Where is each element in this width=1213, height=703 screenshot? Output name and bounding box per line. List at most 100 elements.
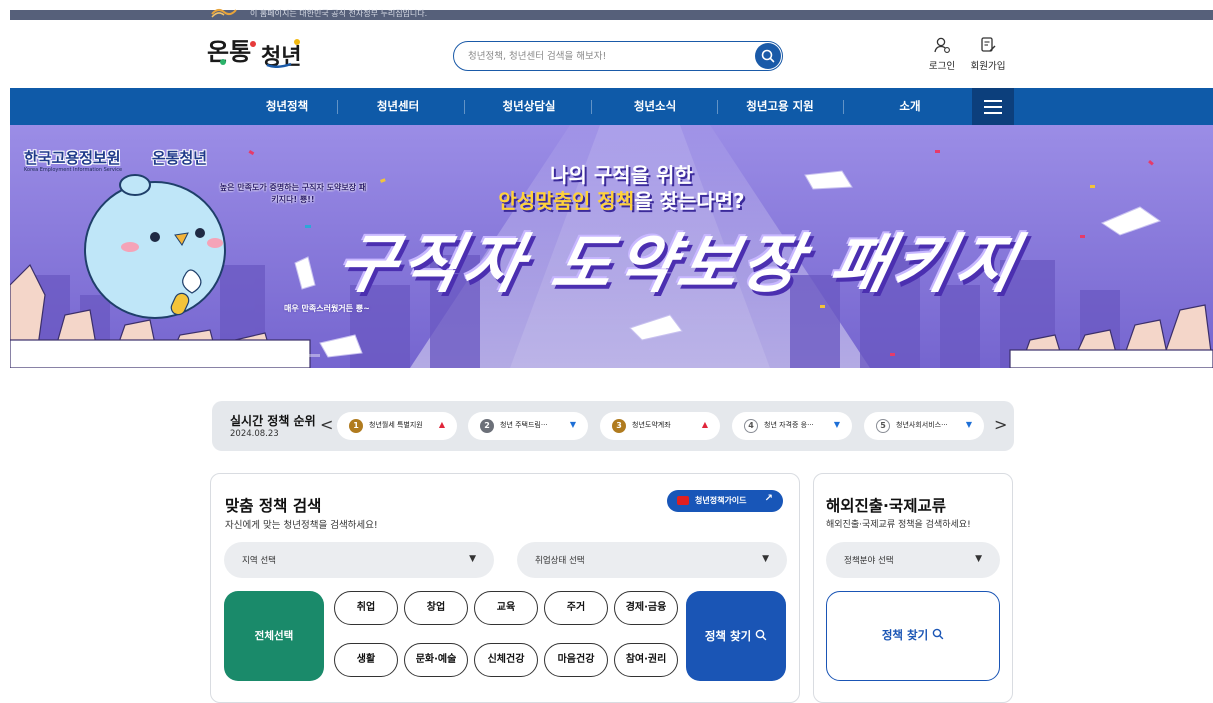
nav-divider	[843, 100, 844, 114]
chevron-down-icon: ▼	[975, 554, 982, 564]
category-life[interactable]: 생활	[334, 643, 398, 677]
search-icon	[932, 628, 944, 640]
select-all-button[interactable]: 전체선택	[224, 591, 324, 681]
nav-item-about[interactable]: 소개	[855, 88, 965, 125]
nav-item-employment[interactable]: 청년고용 지원	[725, 88, 835, 125]
trend-down-icon: ▼	[965, 420, 972, 429]
nav-divider	[464, 100, 465, 114]
signup-label: 회원가입	[970, 61, 1006, 72]
svg-text:온통: 온통	[207, 38, 251, 66]
login-link[interactable]: 로그인	[917, 36, 967, 72]
category-physical-health[interactable]: 신체건강	[474, 643, 538, 677]
gov-notice-bar: 이 홈페이지는 대한민국 공식 전자정부 누리집입니다.	[10, 8, 1213, 20]
site-search-box	[453, 41, 783, 71]
youtube-icon	[677, 496, 689, 505]
hamburger-menu-button[interactable]	[972, 88, 1014, 125]
nav-divider	[717, 100, 718, 114]
hamburger-icon	[984, 100, 1002, 102]
banner-line2-rest: 을 찾는다면?	[634, 189, 745, 213]
trend-down-icon: ▼	[833, 420, 840, 429]
category-education[interactable]: 교육	[474, 591, 538, 625]
custom-policy-search-card: 맞춤 정책 검색 자신에게 맞는 청년정책을 검색하세요! 청년정책가이드 ↗ …	[210, 473, 800, 703]
category-culture[interactable]: 문화·예술	[404, 643, 468, 677]
policy-field-select[interactable]: 정책분야 선택 ▼	[826, 542, 1000, 578]
chevron-down-icon: ▼	[469, 554, 476, 564]
hero-banner[interactable]: 한국고용정보원 온통청년 Korea Employment Informatio…	[10, 125, 1213, 368]
rank-label: 청년도약계좌	[632, 421, 671, 429]
overseas-desc: 해외진출·국제교류 정책을 검색하세요!	[826, 520, 971, 530]
job-status-select[interactable]: 취업상태 선택 ▼	[517, 542, 787, 578]
svg-text:청년: 청년	[261, 45, 301, 68]
category-employment[interactable]: 취업	[334, 591, 398, 625]
custom-search-title: 맞춤 정책 검색	[225, 497, 322, 515]
ranking-next-button[interactable]: >	[994, 415, 1007, 434]
rank-number: 4	[744, 419, 758, 433]
nav-item-policy[interactable]: 청년정책	[232, 88, 342, 125]
search-icon	[761, 49, 775, 63]
ranking-item[interactable]: 5 청년사회서비스··· ▼	[864, 412, 984, 440]
login-label: 로그인	[928, 61, 956, 72]
banner-slide-progress-fill	[242, 354, 270, 357]
category-startup[interactable]: 창업	[404, 591, 468, 625]
overseas-find-policy-label: 정책 찾기	[881, 628, 929, 642]
ranking-item[interactable]: 1 청년월세 특별지원 ▲	[337, 412, 457, 440]
rank-number: 2	[480, 419, 494, 433]
external-link-icon: ↗	[764, 493, 773, 504]
find-policy-label: 정책 찾기	[704, 629, 752, 643]
search-icon	[755, 629, 767, 641]
category-mental-health[interactable]: 마음건강	[544, 643, 608, 677]
trend-up-icon: ▲	[438, 420, 445, 429]
search-input[interactable]	[468, 47, 738, 65]
category-participation[interactable]: 참여·권리	[614, 643, 678, 677]
find-policy-button[interactable]: 정책 찾기	[686, 591, 786, 681]
category-housing[interactable]: 주거	[544, 591, 608, 625]
gov-seal-icon	[211, 8, 237, 18]
site-logo[interactable]: 온통 청년	[205, 34, 315, 68]
trend-up-icon: ▲	[701, 420, 708, 429]
banner-line2: 안성맞춤인 정책을 찾는다면?	[10, 185, 1213, 214]
region-select-value: 지역 선택	[242, 556, 276, 566]
ranking-title: 실시간 정책 순위	[230, 414, 316, 428]
rank-number: 1	[349, 419, 363, 433]
rank-label: 청년 자격증 응···	[764, 421, 814, 429]
site-header: 온통 청년 로그인 회원가입	[10, 20, 1213, 88]
ranking-item[interactable]: 2 청년 주택드림··· ▼	[468, 412, 588, 440]
overseas-exchange-card: 해외진출·국제교류 해외진출·국제교류 정책을 검색하세요! 정책분야 선택 ▼…	[813, 473, 1013, 703]
rank-label: 청년월세 특별지원	[369, 421, 423, 429]
trend-down-icon: ▼	[569, 420, 576, 429]
nav-divider	[337, 100, 338, 114]
overseas-find-policy-button[interactable]: 정책 찾기	[826, 591, 1000, 681]
category-finance[interactable]: 경제·금융	[614, 591, 678, 625]
signup-link[interactable]: 회원가입	[963, 36, 1013, 72]
region-select[interactable]: 지역 선택 ▼	[224, 542, 494, 578]
rank-label: 청년사회서비스···	[896, 421, 948, 429]
banner-headline: 구직자 도약보장 패키지	[330, 228, 1028, 302]
policy-guide-label: 청년정책가이드	[695, 496, 747, 505]
overseas-title: 해외진출·국제교류	[826, 497, 946, 515]
chevron-down-icon: ▼	[762, 554, 769, 564]
custom-search-desc: 자신에게 맞는 청년정책을 검색하세요!	[225, 520, 378, 531]
ranking-item[interactable]: 3 청년도약계좌 ▲	[600, 412, 720, 440]
policy-guide-button[interactable]: 청년정책가이드 ↗	[667, 490, 783, 512]
search-button[interactable]	[755, 43, 781, 69]
main-nav: 청년정책 청년센터 청년상담실 청년소식 청년고용 지원 소개	[10, 88, 1213, 125]
nav-item-center[interactable]: 청년센터	[343, 88, 453, 125]
ranking-prev-button[interactable]: <	[320, 415, 333, 434]
rank-number: 5	[876, 419, 890, 433]
gov-notice-text: 이 홈페이지는 대한민국 공식 전자정부 누리집입니다.	[250, 9, 428, 18]
rank-number: 3	[612, 419, 626, 433]
policy-field-select-value: 정책분야 선택	[844, 556, 894, 566]
banner-slide-progress[interactable]	[242, 354, 320, 357]
ranking-item[interactable]: 4 청년 자격증 응··· ▼	[732, 412, 852, 440]
realtime-ranking: 실시간 정책 순위 2024.08.23 < 1 청년월세 특별지원 ▲ 2 청…	[212, 401, 1014, 451]
banner-line1: 나의 구직을 위한	[550, 163, 693, 187]
banner-line2-highlight: 안성맞춤인 정책	[498, 189, 635, 213]
rank-label: 청년 주택드림···	[500, 421, 548, 429]
job-status-select-value: 취업상태 선택	[535, 556, 585, 566]
nav-divider	[591, 100, 592, 114]
user-icon	[934, 37, 950, 53]
banner-mini-caption: 매우 만족스러웠거든 뿅~	[284, 304, 370, 313]
nav-item-news[interactable]: 청년소식	[600, 88, 710, 125]
nav-item-counseling[interactable]: 청년상담실	[474, 88, 584, 125]
signup-document-icon	[981, 37, 996, 52]
